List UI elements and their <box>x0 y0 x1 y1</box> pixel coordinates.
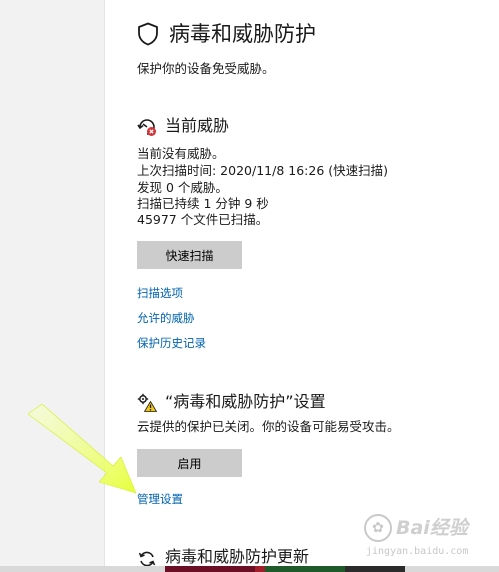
watermark-url: jingyan.baidu.com <box>366 546 469 557</box>
taskbar-strip <box>0 566 499 572</box>
baidu-paw-icon: ✿ <box>364 514 392 542</box>
baidu-watermark: ✿ Bai经验 jingyan.baidu.com <box>364 512 492 566</box>
arrow-annotation-icon <box>27 403 137 494</box>
watermark-brand: Bai经验 <box>396 517 468 539</box>
